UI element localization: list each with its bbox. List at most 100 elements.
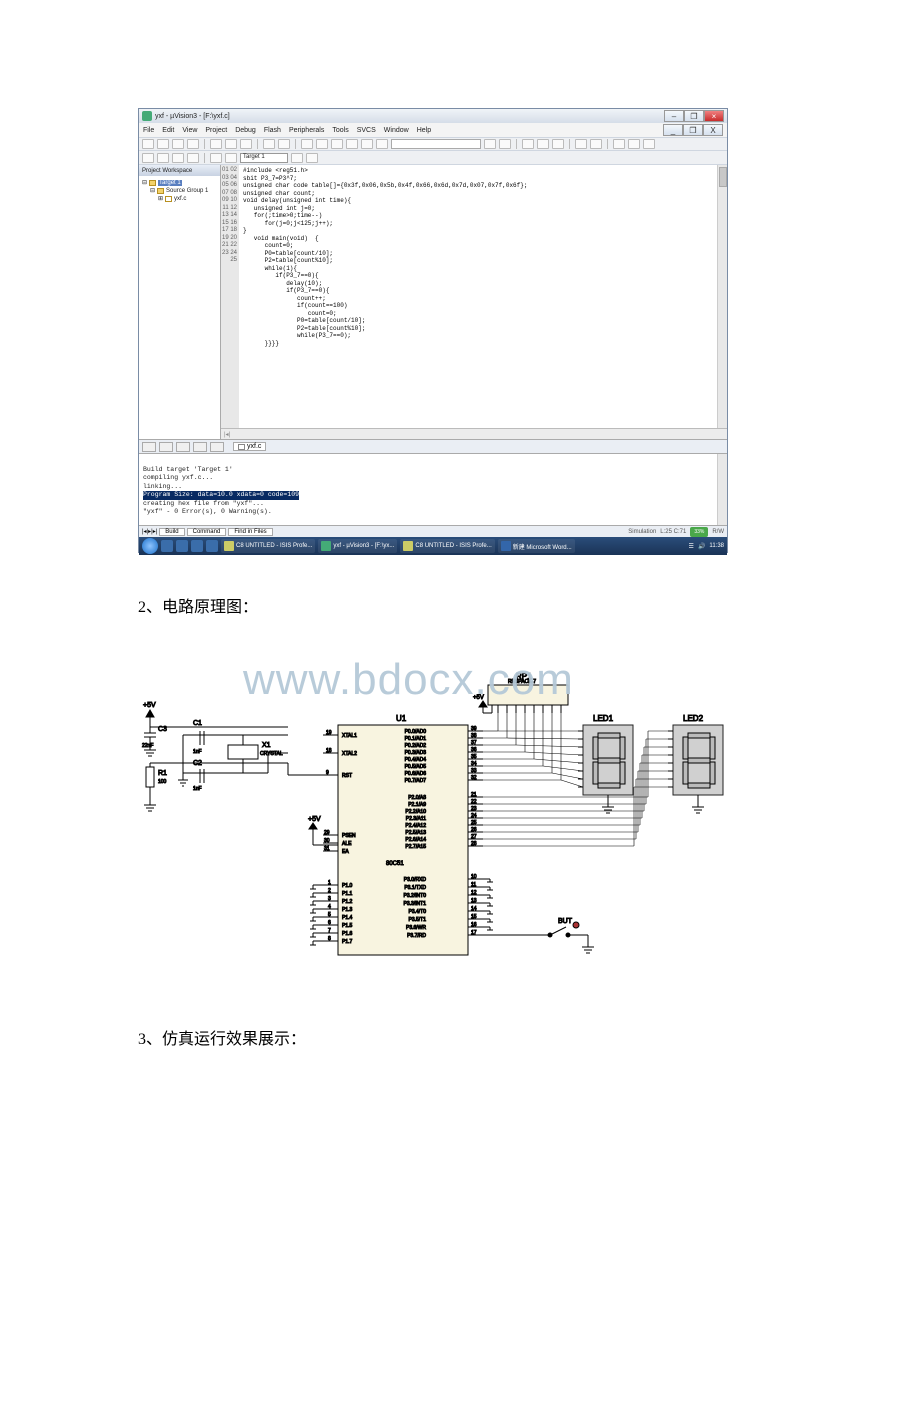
redo-icon[interactable] (278, 139, 290, 149)
svg-text:29: 29 (324, 830, 330, 836)
books-tab-icon[interactable] (176, 442, 190, 452)
editor-vertical-scrollbar[interactable] (717, 165, 727, 428)
minimize-button[interactable]: – (664, 110, 684, 122)
files-tab-icon[interactable] (142, 442, 156, 452)
workspace-title: Project Workspace (139, 165, 220, 176)
menu-edit[interactable]: Edit (162, 127, 174, 134)
manage-icon[interactable] (306, 153, 318, 163)
taskbar-item[interactable]: 新建 Microsoft Word... (498, 539, 575, 553)
start-button-icon[interactable] (142, 538, 158, 554)
find-in-files-icon[interactable] (499, 139, 511, 149)
configure-icon[interactable] (628, 139, 640, 149)
run-icon[interactable] (552, 139, 564, 149)
maximize-button[interactable]: ❐ (684, 110, 704, 122)
options-icon[interactable] (643, 139, 655, 149)
build-icon[interactable] (157, 153, 169, 163)
indent-icon[interactable] (301, 139, 313, 149)
translate-icon[interactable] (142, 153, 154, 163)
menu-file[interactable]: File (143, 127, 154, 134)
bookmark-clear-icon[interactable] (376, 139, 388, 149)
breakpoint-icon[interactable] (537, 139, 549, 149)
svg-text:100: 100 (158, 779, 167, 785)
build-output[interactable]: Build target 'Target 1' compiling yxf.c.… (139, 453, 727, 525)
editor-file-tab[interactable]: yxf.c (233, 442, 266, 451)
find-icon[interactable] (484, 139, 496, 149)
rebuild-icon[interactable] (172, 153, 184, 163)
tree-file[interactable]: yxf.c (174, 196, 186, 202)
taskbar-item[interactable]: yxf - µVision3 - [F:\yx... (318, 539, 397, 553)
tab-find-in-files[interactable]: Find in Files (228, 528, 272, 536)
svg-text:36: 36 (471, 747, 477, 753)
taskbar-pin-icon[interactable] (176, 540, 188, 552)
editor-content[interactable]: #include <reg51.h> sbit P3_7=P3^7; unsig… (239, 165, 727, 428)
open-file-icon[interactable] (157, 139, 169, 149)
svg-text:P3.4/T0: P3.4/T0 (408, 909, 426, 915)
cut-icon[interactable] (210, 139, 222, 149)
bookmark-next-icon[interactable] (346, 139, 358, 149)
svg-text:9: 9 (326, 770, 329, 776)
close-button[interactable]: × (704, 110, 724, 122)
output-scrollbar[interactable] (717, 454, 727, 525)
svg-text:80C51: 80C51 (386, 861, 404, 867)
download-icon[interactable] (225, 153, 237, 163)
taskbar-item[interactable]: C8 UNTITLED - ISIS Profe... (221, 539, 315, 553)
debug-icon[interactable] (522, 139, 534, 149)
tab-build[interactable]: Build (159, 528, 184, 536)
svg-text:25: 25 (471, 820, 477, 826)
svg-text:P3.5/T1: P3.5/T1 (408, 917, 426, 923)
taskbar-pin-icon[interactable] (206, 540, 218, 552)
regs-tab-icon[interactable] (159, 442, 173, 452)
new-file-icon[interactable] (142, 139, 154, 149)
save-all-icon[interactable] (187, 139, 199, 149)
taskbar-pin-icon[interactable] (191, 540, 203, 552)
find-combo[interactable] (391, 139, 481, 149)
menu-flash[interactable]: Flash (264, 127, 281, 134)
window-icon[interactable] (613, 139, 625, 149)
menu-window[interactable]: Window (384, 127, 409, 134)
menu-peripherals[interactable]: Peripherals (289, 127, 324, 134)
svg-text:RESPACK-7: RESPACK-7 (508, 679, 536, 685)
taskbar-item[interactable]: C8 UNTITLED - ISIS Profe... (400, 539, 494, 553)
svg-text:11: 11 (471, 882, 476, 888)
functions-tab-icon[interactable] (193, 442, 207, 452)
status-rw: R/W (712, 529, 724, 535)
step-icon[interactable] (575, 139, 587, 149)
templates-tab-icon[interactable] (210, 442, 224, 452)
toolbar-main (139, 137, 727, 151)
menu-project[interactable]: Project (205, 127, 227, 134)
svg-text:2: 2 (328, 888, 331, 894)
svg-text:8: 8 (328, 936, 331, 942)
svg-text:R1: R1 (158, 770, 167, 777)
menu-view[interactable]: View (182, 127, 197, 134)
menu-tools[interactable]: Tools (332, 127, 348, 134)
paste-icon[interactable] (240, 139, 252, 149)
menu-svcs[interactable]: SVCS (357, 127, 376, 134)
bookmark-prev-icon[interactable] (361, 139, 373, 149)
doc-minimize-button[interactable]: _ (663, 124, 683, 136)
svg-text:P2.4/A12: P2.4/A12 (405, 823, 426, 829)
stop-build-icon[interactable] (210, 153, 222, 163)
outdent-icon[interactable] (316, 139, 328, 149)
code-editor[interactable]: 01 02 03 04 05 06 07 08 09 10 11 12 13 1… (221, 165, 727, 439)
build-all-icon[interactable] (187, 153, 199, 163)
target-options-icon[interactable] (291, 153, 303, 163)
tree-group[interactable]: Source Group 1 (166, 188, 208, 194)
svg-text:P3.7/RD: P3.7/RD (407, 933, 426, 939)
taskbar-pin-icon[interactable] (161, 540, 173, 552)
system-tray[interactable]: ☰🔊11:38 (689, 543, 724, 550)
menubar: File Edit View Project Debug Flash Perip… (139, 123, 727, 137)
doc-close-button[interactable]: X (703, 124, 723, 136)
project-tree[interactable]: ⊟Target 1 ⊟Source Group 1 ⊞yxf.c (139, 176, 220, 439)
save-icon[interactable] (172, 139, 184, 149)
bookmark-icon[interactable] (331, 139, 343, 149)
menu-debug[interactable]: Debug (235, 127, 256, 134)
editor-bottom-strip: |◂| (221, 428, 727, 439)
copy-icon[interactable] (225, 139, 237, 149)
undo-icon[interactable] (263, 139, 275, 149)
doc-restore-button[interactable]: ❐ (683, 124, 703, 136)
tab-command[interactable]: Command (187, 528, 227, 536)
target-combo[interactable]: Target 1 (240, 153, 288, 163)
step-over-icon[interactable] (590, 139, 602, 149)
menu-help[interactable]: Help (417, 127, 431, 134)
tree-target[interactable]: Target 1 (158, 180, 182, 186)
